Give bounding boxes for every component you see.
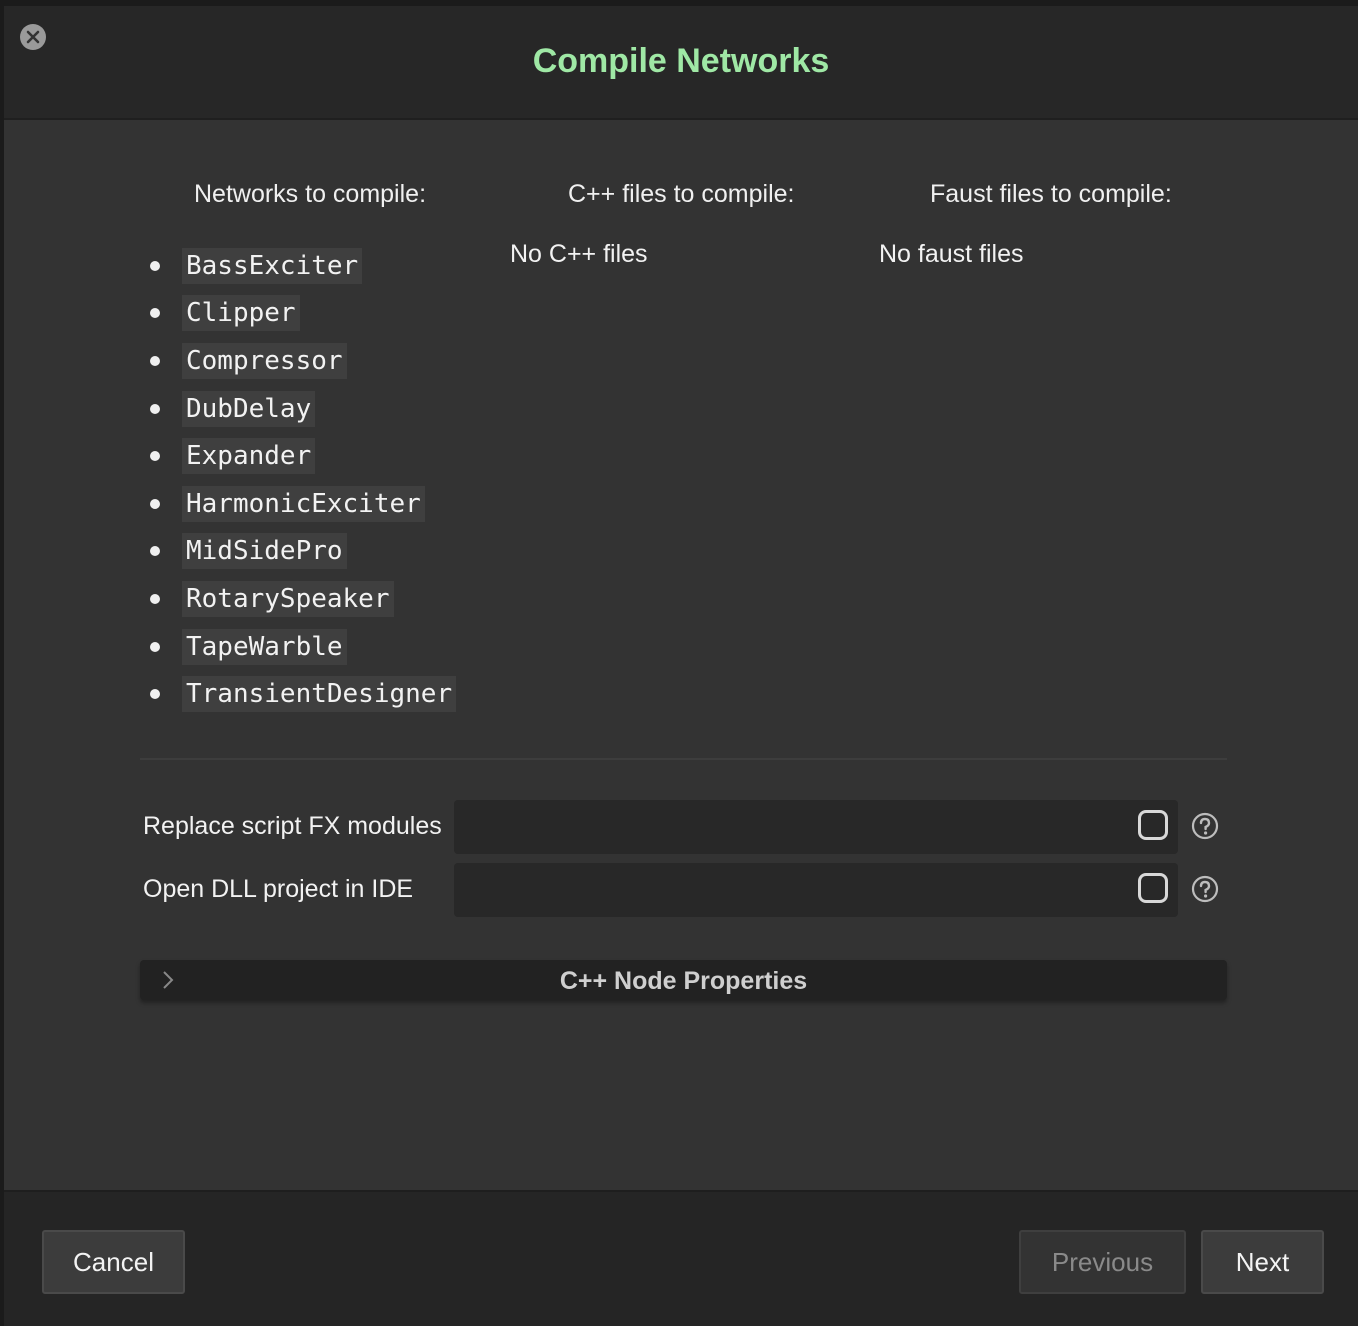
network-name: HarmonicExciter xyxy=(182,485,425,522)
help-icon[interactable] xyxy=(1191,875,1219,903)
bullet xyxy=(150,403,160,414)
network-name: RotarySpeaker xyxy=(182,580,394,617)
cpp-node-properties-label: C++ Node Properties xyxy=(559,967,808,995)
list-item: BassExciter xyxy=(144,242,456,290)
cpp-files-header: C++ files to compile: xyxy=(568,180,795,208)
network-name: Clipper xyxy=(182,295,300,332)
list-item: RotarySpeaker xyxy=(144,575,456,623)
faust-files-empty: No faust files xyxy=(879,240,1024,268)
bullet xyxy=(150,355,160,366)
network-name: MidSidePro xyxy=(182,533,347,570)
cpp-files-empty: No C++ files xyxy=(510,240,648,268)
replace-script-fx-field[interactable] xyxy=(454,800,1178,854)
list-item: Clipper xyxy=(144,290,456,338)
replace-script-fx-row: Replace script FX modules xyxy=(140,800,1230,854)
network-name: Expander xyxy=(182,438,316,475)
compile-networks-dialog: Compile Networks Networks to compile: C+… xyxy=(4,6,1358,1326)
list-item: HarmonicExciter xyxy=(144,480,456,528)
open-dll-label: Open DLL project in IDE xyxy=(143,875,414,903)
bullet xyxy=(150,593,160,604)
dialog-title: Compile Networks xyxy=(532,42,830,80)
list-item: Expander xyxy=(144,432,456,480)
networks-header: Networks to compile: xyxy=(194,180,427,208)
list-item: DubDelay xyxy=(144,385,456,433)
open-dll-field[interactable] xyxy=(454,863,1178,917)
help-icon[interactable] xyxy=(1191,812,1219,840)
previous-button[interactable]: Previous xyxy=(1019,1230,1186,1294)
network-name: TransientDesigner xyxy=(182,676,457,713)
list-item: TapeWarble xyxy=(144,623,456,671)
open-dll-row: Open DLL project in IDE xyxy=(140,863,1230,917)
network-name: Compressor xyxy=(182,342,347,379)
bullet xyxy=(150,546,160,557)
bullet xyxy=(150,498,160,509)
bullet xyxy=(150,689,160,700)
faust-files-header: Faust files to compile: xyxy=(930,180,1172,208)
replace-script-fx-checkbox[interactable] xyxy=(1138,810,1168,840)
cpp-node-properties-toggle[interactable]: C++ Node Properties xyxy=(140,960,1227,1000)
dialog-titlebar: Compile Networks xyxy=(4,6,1358,120)
bullet xyxy=(150,641,160,652)
list-item: MidSidePro xyxy=(144,528,456,576)
bullet xyxy=(150,451,160,462)
network-name: DubDelay xyxy=(182,390,316,427)
dialog-footer: Cancel Previous Next xyxy=(4,1190,1358,1326)
replace-script-fx-label: Replace script FX modules xyxy=(143,812,442,840)
networks-list: BassExciter Clipper Compressor DubDelay … xyxy=(144,242,457,718)
list-item: TransientDesigner xyxy=(144,670,457,718)
cancel-button[interactable]: Cancel xyxy=(42,1230,185,1294)
open-dll-checkbox[interactable] xyxy=(1138,873,1168,903)
network-name: BassExciter xyxy=(182,247,363,284)
list-item: Compressor xyxy=(144,337,456,385)
bullet xyxy=(150,260,160,271)
network-name: TapeWarble xyxy=(182,628,347,665)
divider xyxy=(140,758,1227,760)
bullet xyxy=(150,308,160,319)
next-button[interactable]: Next xyxy=(1201,1230,1324,1294)
